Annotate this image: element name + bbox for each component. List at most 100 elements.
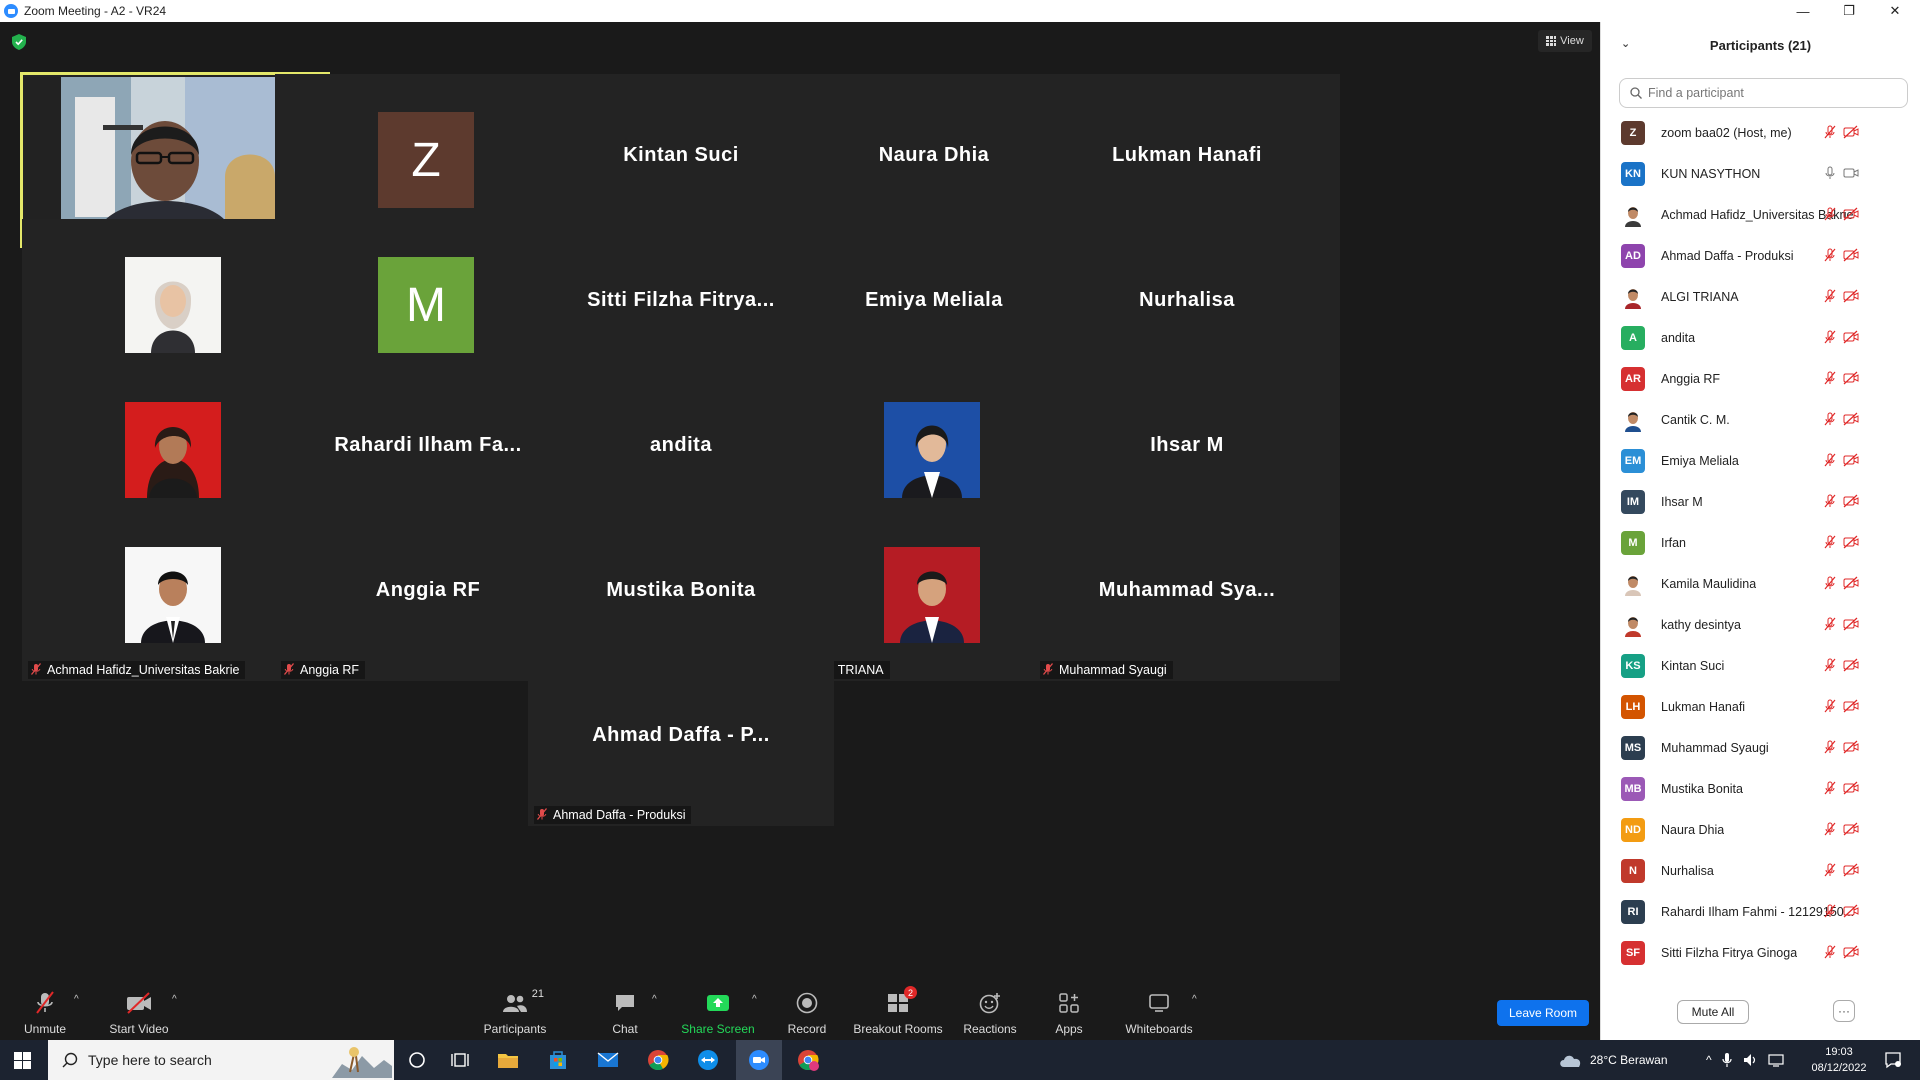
- microphone-muted-icon[interactable]: [1823, 494, 1837, 508]
- participant-list-item[interactable]: KN KUN NASYTHON: [1601, 153, 1920, 194]
- participant-list-item[interactable]: Achmad Hafidz_Universitas Bakrie: [1601, 194, 1920, 235]
- microphone-muted-icon[interactable]: [1823, 453, 1837, 467]
- participant-list-item[interactable]: kathy desintya: [1601, 604, 1920, 645]
- microphone-muted-icon[interactable]: [1823, 904, 1837, 918]
- camera-off-icon[interactable]: [1843, 863, 1859, 877]
- video-options-caret-icon[interactable]: ^: [172, 994, 177, 1005]
- camera-off-icon[interactable]: [1843, 699, 1859, 713]
- participant-list-item[interactable]: EM Emiya Meliala: [1601, 440, 1920, 481]
- record-button[interactable]: Record: [784, 980, 830, 1040]
- participant-list-item[interactable]: IM Ihsar M: [1601, 481, 1920, 522]
- apps-button[interactable]: Apps: [1052, 980, 1086, 1040]
- microphone-muted-icon[interactable]: [1823, 330, 1837, 344]
- chat-options-caret-icon[interactable]: ^: [652, 994, 657, 1005]
- microphone-muted-icon[interactable]: [1823, 945, 1837, 959]
- participant-list-item[interactable]: Aandita: [1601, 317, 1920, 358]
- encryption-shield-icon[interactable]: [12, 34, 26, 50]
- network-icon[interactable]: [1768, 1052, 1784, 1068]
- camera-off-icon[interactable]: [1843, 945, 1859, 959]
- chat-button[interactable]: Chat: [605, 980, 645, 1040]
- chrome-profile-icon[interactable]: [796, 1048, 820, 1072]
- participant-list-item[interactable]: N Nurhalisa: [1601, 850, 1920, 891]
- start-video-button[interactable]: Start Video: [106, 980, 172, 1040]
- notifications-icon[interactable]: [1884, 1051, 1902, 1069]
- file-explorer-icon[interactable]: [496, 1048, 520, 1072]
- camera-off-icon[interactable]: [1843, 412, 1859, 426]
- participant-search-input[interactable]: Find a participant: [1619, 78, 1908, 108]
- camera-off-icon[interactable]: [1843, 207, 1859, 221]
- camera-off-icon[interactable]: [1843, 781, 1859, 795]
- breakout-rooms-button[interactable]: 2 Breakout Rooms: [852, 980, 944, 1040]
- camera-off-icon[interactable]: [1843, 125, 1859, 139]
- participants-button[interactable]: 21 Participants: [480, 980, 550, 1040]
- camera-off-icon[interactable]: [1843, 617, 1859, 631]
- microphone-muted-icon[interactable]: [1823, 863, 1837, 877]
- participant-list-item[interactable]: SF Sitti Filzha Fitrya Ginoga: [1601, 932, 1920, 973]
- participant-list-item[interactable]: Kamila Maulidina: [1601, 563, 1920, 604]
- taskbar-clock[interactable]: 19:03 08/12/2022: [1806, 1044, 1872, 1076]
- participant-list-item[interactable]: AD Ahmad Daffa - Produksi: [1601, 235, 1920, 276]
- participant-list-item[interactable]: MB Mustika Bonita: [1601, 768, 1920, 809]
- microphone-muted-icon[interactable]: [1823, 740, 1837, 754]
- camera-off-icon[interactable]: [1843, 740, 1859, 754]
- microphone-muted-icon[interactable]: [1823, 822, 1837, 836]
- more-options-button[interactable]: ···: [1833, 1000, 1855, 1022]
- participant-list-item[interactable]: MS Muhammad Syaugi: [1601, 727, 1920, 768]
- reactions-button[interactable]: Reactions: [960, 980, 1020, 1040]
- camera-off-icon[interactable]: [1843, 248, 1859, 262]
- camera-off-icon[interactable]: [1843, 822, 1859, 836]
- volume-icon[interactable]: [1742, 1052, 1758, 1068]
- participant-tile-muhammad[interactable]: Muhammad Sya... Muhammad Syaugi: [1034, 509, 1340, 681]
- camera-off-icon[interactable]: [1843, 535, 1859, 549]
- whiteboard-options-caret-icon[interactable]: ^: [1192, 994, 1197, 1005]
- participant-list-item[interactable]: ND Naura Dhia: [1601, 809, 1920, 850]
- leave-room-button[interactable]: Leave Room: [1497, 1000, 1589, 1026]
- task-view-circle-icon[interactable]: [405, 1048, 429, 1072]
- microphone-muted-icon[interactable]: [1823, 781, 1837, 795]
- chrome-icon[interactable]: [646, 1048, 670, 1072]
- microphone-muted-icon[interactable]: [1823, 371, 1837, 385]
- microphone-muted-icon[interactable]: [1823, 289, 1837, 303]
- participant-list-item[interactable]: ALGI TRIANA: [1601, 276, 1920, 317]
- microphone-muted-icon[interactable]: [1823, 576, 1837, 590]
- microphone-muted-icon[interactable]: [1823, 248, 1837, 262]
- participant-tile-ahmad[interactable]: Ahmad Daffa - P... Ahmad Daffa - Produksi: [528, 654, 834, 826]
- microphone-muted-icon[interactable]: [1823, 412, 1837, 426]
- camera-icon[interactable]: [1843, 166, 1859, 180]
- microphone-muted-icon[interactable]: [1823, 207, 1837, 221]
- teamviewer-icon[interactable]: [696, 1048, 720, 1072]
- taskbar-search-input[interactable]: Type here to search: [48, 1040, 394, 1080]
- maximize-button[interactable]: ❐: [1826, 0, 1872, 22]
- whiteboards-button[interactable]: Whiteboards: [1124, 980, 1194, 1040]
- microphone-muted-icon[interactable]: [1823, 535, 1837, 549]
- camera-off-icon[interactable]: [1843, 576, 1859, 590]
- camera-off-icon[interactable]: [1843, 658, 1859, 672]
- camera-off-icon[interactable]: [1843, 330, 1859, 344]
- participant-list-item[interactable]: RI Rahardi Ilham Fahmi - 12129150...: [1601, 891, 1920, 932]
- camera-off-icon[interactable]: [1843, 371, 1859, 385]
- audio-options-caret-icon[interactable]: ^: [74, 994, 79, 1005]
- minimize-button[interactable]: —: [1780, 0, 1826, 22]
- microphone-muted-icon[interactable]: [1823, 699, 1837, 713]
- chevron-down-icon[interactable]: ⌄: [1621, 37, 1630, 50]
- close-button[interactable]: ✕: [1872, 0, 1918, 22]
- share-options-caret-icon[interactable]: ^: [752, 994, 757, 1005]
- participant-list-item[interactable]: KS Kintan Suci: [1601, 645, 1920, 686]
- mail-icon[interactable]: [596, 1048, 620, 1072]
- participant-list-item[interactable]: LH Lukman Hanafi: [1601, 686, 1920, 727]
- camera-off-icon[interactable]: [1843, 904, 1859, 918]
- view-button[interactable]: View: [1538, 30, 1592, 52]
- microphone-muted-icon[interactable]: [1823, 125, 1837, 139]
- participant-list-item[interactable]: Zzoom baa02 (Host, me): [1601, 112, 1920, 153]
- microphone-icon[interactable]: [1722, 1052, 1732, 1068]
- task-view-icon[interactable]: [450, 1048, 474, 1072]
- camera-off-icon[interactable]: [1843, 453, 1859, 467]
- mute-all-button[interactable]: Mute All: [1677, 1000, 1749, 1024]
- microphone-muted-icon[interactable]: [1823, 658, 1837, 672]
- camera-off-icon[interactable]: [1843, 289, 1859, 303]
- participant-list-item[interactable]: AR Anggia RF: [1601, 358, 1920, 399]
- participant-list-item[interactable]: Cantik C. M.: [1601, 399, 1920, 440]
- weather-widget[interactable]: 28°C Berawan: [1558, 1040, 1668, 1080]
- taskbar-zoom-active[interactable]: [736, 1040, 782, 1080]
- camera-off-icon[interactable]: [1843, 494, 1859, 508]
